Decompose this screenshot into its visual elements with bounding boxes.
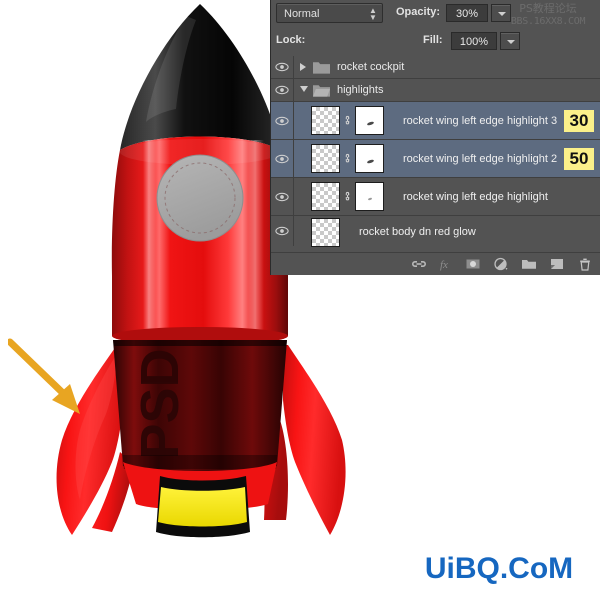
layer-mask-thumbnail[interactable] — [355, 182, 384, 211]
rocket-window — [156, 154, 244, 242]
fill-input[interactable]: 100% — [451, 32, 497, 50]
layer-row-highlights[interactable]: highlights — [271, 79, 600, 102]
opacity-label: Opacity: — [396, 6, 441, 18]
screenshot-root: PSD UiBQ.CoM PS教程论坛 BBS.16XX8.COM Normal… — [0, 0, 600, 600]
new-layer-icon[interactable] — [549, 256, 565, 272]
opacity-badge: 50 — [564, 147, 594, 170]
blend-mode-value: Normal — [284, 8, 320, 20]
layers-panel: PS教程论坛 BBS.16XX8.COM Normal ▲ ▼ Opacity: … — [270, 0, 600, 275]
layer-name: rocket wing left edge highlight 2 — [403, 152, 558, 165]
link-icon[interactable] — [411, 256, 427, 272]
layer-row-wing-highlight-2[interactable]: rocket wing left edge highlight 2 50 — [271, 140, 600, 178]
rocket-nose-cone — [120, 4, 280, 150]
layer-name: rocket body dn red glow — [359, 226, 476, 238]
layer-name: highlights — [337, 84, 384, 96]
group-expand-arrow-icon[interactable] — [300, 63, 306, 71]
layer-name: rocket wing left edge highlight 3 — [403, 114, 558, 127]
site-watermark: UiBQ.CoM — [424, 552, 574, 585]
visibility-toggle-cockpit[interactable] — [271, 56, 294, 78]
blend-opacity-row: Normal ▲ ▼ Opacity: 30% — [271, 0, 600, 28]
blend-mode-select[interactable]: Normal ▲ ▼ — [276, 3, 383, 23]
layer-thumbnail[interactable] — [311, 144, 340, 173]
layer-list: rocket cockpit highlights rocket wing le… — [271, 56, 600, 247]
opacity-input[interactable]: 30% — [446, 4, 488, 22]
new-group-icon[interactable] — [521, 256, 537, 272]
layer-row-body-red-glow[interactable]: rocket body dn red glow — [271, 216, 600, 247]
layers-panel-toolbar: fx — [271, 252, 600, 275]
link-icon[interactable] — [343, 115, 352, 127]
trash-icon[interactable] — [577, 256, 593, 272]
rocket-fin-right — [283, 345, 346, 535]
layers-panel-options-bar: PS教程论坛 BBS.16XX8.COM Normal ▲ ▼ Opacity: … — [271, 0, 600, 76]
layer-thumbnail[interactable] — [311, 218, 340, 247]
eye-icon — [275, 225, 289, 237]
folder-icon — [313, 60, 330, 74]
layer-row-wing-highlight[interactable]: rocket wing left edge highlight — [271, 178, 600, 216]
opacity-badge: 30 — [564, 109, 594, 132]
lock-label: Lock: — [276, 34, 306, 46]
visibility-toggle-highlight[interactable] — [271, 178, 294, 215]
layer-row-wing-highlight-3[interactable]: rocket wing left edge highlight 3 30 — [271, 102, 600, 140]
layer-thumbnail[interactable] — [311, 182, 340, 211]
lock-fill-row: Lock: Fill: 100% — [271, 28, 600, 76]
group-collapse-arrow-icon[interactable] — [300, 86, 308, 92]
adjustment-layer-icon[interactable] — [493, 256, 509, 272]
rocket-psd-text: PSD — [130, 348, 190, 459]
layer-mask-icon[interactable] — [465, 256, 481, 272]
layer-name: rocket wing left edge highlight — [403, 190, 548, 203]
svg-text:fx: fx — [440, 259, 448, 271]
annotation-arrow-icon — [8, 338, 80, 414]
eye-icon — [275, 61, 289, 73]
eye-icon — [275, 84, 289, 96]
eye-icon — [275, 115, 289, 127]
eye-icon — [275, 191, 289, 203]
visibility-toggle-highlights[interactable] — [271, 79, 294, 101]
fx-icon[interactable]: fx — [438, 256, 454, 272]
layer-name: rocket cockpit — [337, 61, 405, 73]
visibility-toggle-highlight-3[interactable] — [271, 102, 294, 139]
eye-icon — [275, 153, 289, 165]
opacity-dropdown-icon[interactable] — [491, 4, 511, 22]
link-icon[interactable] — [343, 153, 352, 165]
layer-mask-thumbnail[interactable] — [355, 144, 384, 173]
folder-open-icon — [313, 83, 330, 97]
layer-thumbnail[interactable] — [311, 106, 340, 135]
fill-label: Fill: — [423, 34, 443, 46]
blend-mode-stepper-icon[interactable]: ▲ ▼ — [369, 7, 377, 22]
link-icon[interactable] — [343, 191, 352, 203]
layer-row-rocket-cockpit[interactable]: rocket cockpit — [271, 56, 600, 79]
layer-mask-thumbnail[interactable] — [355, 106, 384, 135]
fill-dropdown-icon[interactable] — [500, 32, 520, 50]
visibility-toggle-red-glow[interactable] — [271, 216, 294, 246]
visibility-toggle-highlight-2[interactable] — [271, 140, 294, 177]
